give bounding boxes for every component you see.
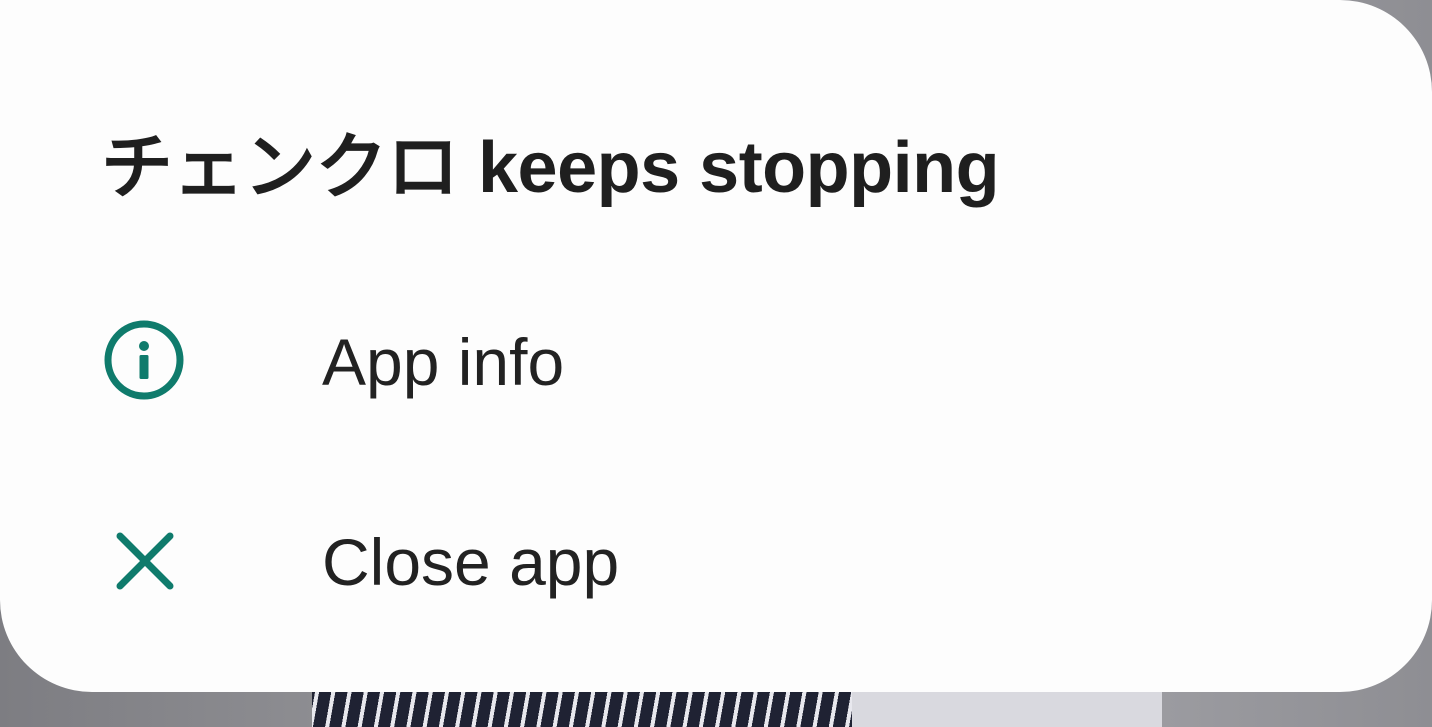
close-app-button[interactable]: Close app [0, 488, 1432, 638]
dialog-title: チェンクロ keeps stopping [101, 128, 1000, 208]
close-app-label: Close app [322, 525, 620, 599]
app-info-label: App info [322, 325, 565, 399]
app-info-button[interactable]: App info [0, 288, 1432, 438]
info-icon [103, 319, 185, 401]
app-crash-dialog: チェンクロ keeps stopping App info Close app [0, 0, 1432, 692]
close-icon [103, 519, 185, 601]
